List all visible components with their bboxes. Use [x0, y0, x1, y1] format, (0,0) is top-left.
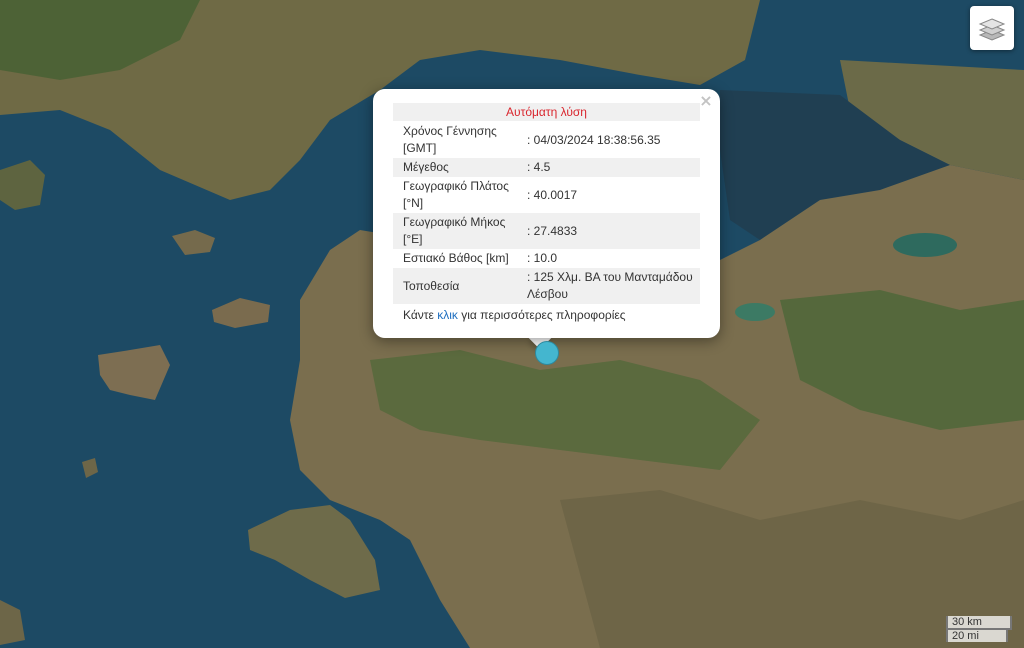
lake-east: [893, 233, 957, 257]
popup-title: Αυτόματη λύση: [393, 103, 700, 121]
more-info-link[interactable]: κλικ: [437, 308, 458, 322]
row-value: : 40.0017: [527, 187, 578, 202]
more-info-line: Κάντε κλικ για περισσότερες πληροφορίες: [393, 304, 700, 322]
scale-imperial: 20 mi: [946, 628, 1008, 642]
popup-content: Αυτόματη λύση Χρόνος Γέννησης [GMT] : 04…: [393, 103, 700, 322]
row-key: Τοποθεσία: [393, 268, 517, 304]
close-icon[interactable]: ×: [698, 91, 714, 110]
row-value: : 27.4833: [517, 213, 700, 249]
row-value: : 4.5: [517, 158, 700, 177]
earthquake-info-popup: × Αυτόματη λύση Χρόνος Γέννησης [GMT] : …: [373, 89, 720, 338]
table-row: Μέγεθος : 4.5: [393, 158, 700, 177]
row-key: Χρόνος Γέννησης [GMT]: [403, 124, 497, 155]
table-row: Τοποθεσία : 125 Χλμ. ΒΑ του Μανταμάδου Λ…: [393, 268, 700, 304]
table-row: Εστιακό Βάθος [km] : 10.0: [393, 249, 700, 268]
lake-middle: [735, 303, 775, 321]
row-key: Εστιακό Βάθος [km]: [403, 251, 509, 265]
more-info-prefix: Κάντε: [403, 308, 438, 322]
event-details-table: Χρόνος Γέννησης [GMT] : 04/03/2024 18:38…: [393, 122, 700, 304]
table-row: Γεωγραφικό Μήκος [°E] : 27.4833: [393, 213, 700, 249]
row-value: : 125 Χλμ. ΒΑ του Μανταμάδου Λέσβου: [517, 268, 700, 304]
row-value: : 10.0: [527, 251, 558, 265]
more-info-suffix: για περισσότερες πληροφορίες: [457, 308, 626, 322]
table-row: Χρόνος Γέννησης [GMT] : 04/03/2024 18:38…: [393, 122, 700, 158]
layers-icon: [978, 18, 1006, 41]
earthquake-marker[interactable]: [535, 341, 559, 365]
layers-control-button[interactable]: [970, 6, 1014, 50]
row-key: Γεωγραφικό Μήκος [°E]: [393, 213, 517, 249]
row-key: Μέγεθος: [393, 158, 517, 177]
row-key: Γεωγραφικό Πλάτος [°N]: [403, 179, 509, 210]
table-row: Γεωγραφικό Πλάτος [°N] : 40.0017: [393, 177, 700, 213]
row-value: : 04/03/2024 18:38:56.35: [527, 132, 661, 147]
map-scale: 30 km 20 mi: [946, 616, 1012, 642]
